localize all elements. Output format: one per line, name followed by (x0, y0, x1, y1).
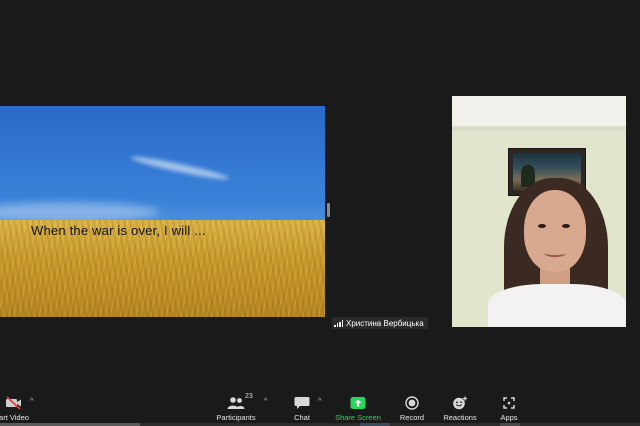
cloud-streak (130, 153, 230, 183)
participant-name-tag: Христина Вербицька (332, 317, 428, 329)
record-button[interactable]: Record (396, 388, 428, 422)
chat-button[interactable]: Chat (287, 388, 317, 422)
participant-mouth (544, 249, 566, 257)
participant-face (524, 190, 586, 272)
ceiling (452, 96, 626, 128)
chat-bubble-icon (294, 395, 310, 411)
participant-right-eye (562, 224, 570, 228)
connection-signal-icon (334, 319, 343, 327)
participants-label: Participants (216, 413, 256, 422)
start-video-button[interactable]: art Video (0, 388, 34, 422)
video-options-caret[interactable]: ^ (30, 398, 33, 405)
participants-options-caret[interactable]: ^ (264, 398, 267, 405)
share-screen-button[interactable]: Share Screen (334, 388, 382, 422)
shared-screen: When the war is over, I will ... (0, 106, 325, 317)
participant-name: Христина Вербицька (346, 318, 424, 328)
video-off-icon (5, 395, 23, 411)
view-splitter-handle[interactable] (327, 203, 330, 217)
share-screen-label: Share Screen (335, 413, 381, 422)
meeting-toolbar: art Video ^ Participants 23 ^ Chat ^ Sha… (0, 388, 640, 426)
participant-video-tile[interactable] (452, 96, 626, 327)
participant-shirt (488, 284, 626, 327)
slide-caption: When the war is over, I will ... (31, 223, 206, 238)
horizon-haze (0, 202, 160, 222)
emoji-plus-icon (452, 395, 468, 411)
reactions-button[interactable]: Reactions (442, 388, 478, 422)
start-video-label: art Video (0, 413, 29, 422)
record-label: Record (399, 413, 425, 422)
record-dot-icon (405, 395, 419, 411)
share-screen-arrow-icon (350, 395, 366, 411)
chat-label: Chat (294, 413, 310, 422)
apps-icon (502, 395, 516, 411)
chat-options-caret[interactable]: ^ (318, 398, 321, 405)
apps-label: Apps (500, 413, 518, 422)
participants-icon (227, 395, 245, 411)
participant-left-eye (538, 224, 546, 228)
reactions-label: Reactions (443, 413, 477, 422)
apps-button[interactable]: Apps (496, 388, 522, 422)
participants-count: 23 (245, 393, 253, 400)
